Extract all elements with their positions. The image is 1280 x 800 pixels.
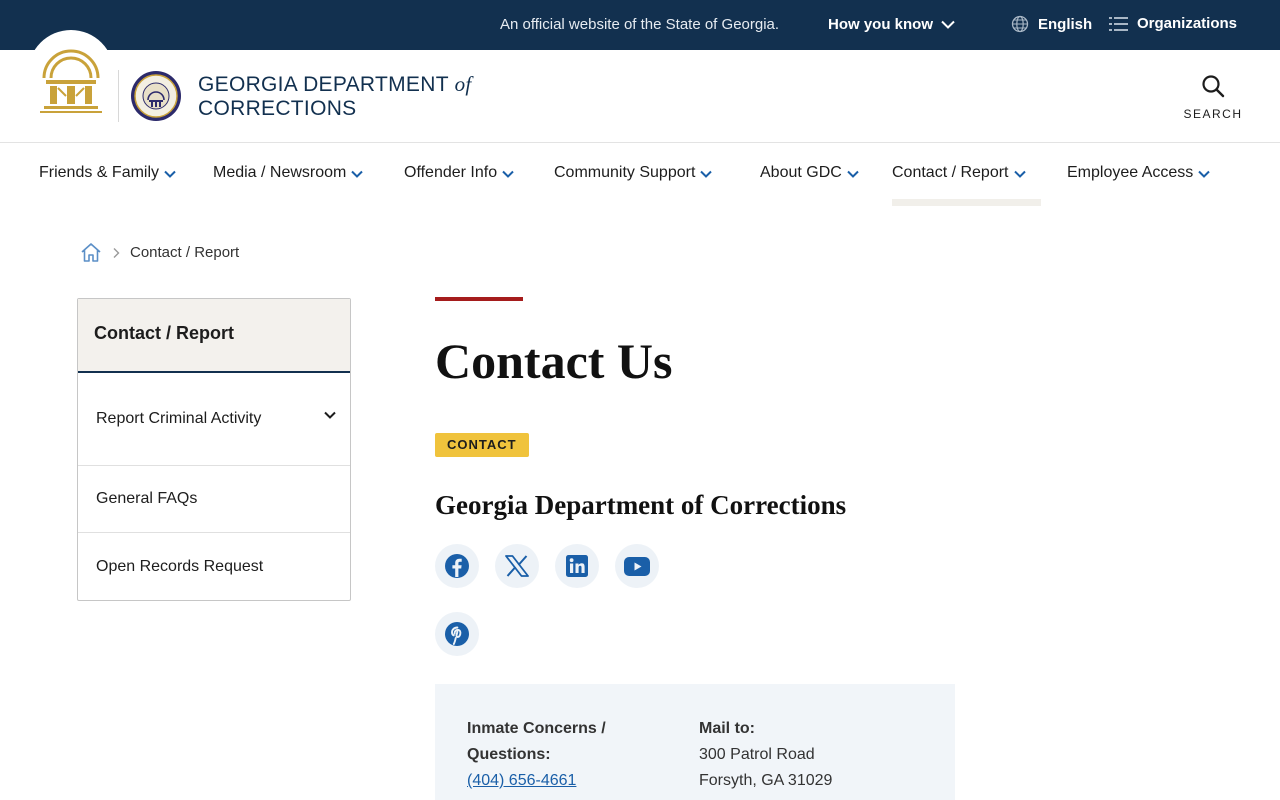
side-nav-item-open-records-request[interactable]: Open Records Request: [78, 533, 350, 600]
inmate-concerns-phone-link[interactable]: (404) 656-4661: [467, 768, 606, 794]
site-title-line2: CORRECTIONS: [198, 97, 357, 120]
nav-item-friends-family[interactable]: Friends & Family: [39, 164, 176, 182]
side-nav-item-label: Report Criminal Activity: [96, 410, 262, 427]
side-nav-item-label: Open Records Request: [96, 557, 264, 575]
nav-item-label: Contact / Report: [892, 164, 1009, 181]
search-label: SEARCH: [1183, 107, 1243, 121]
linkedin-link[interactable]: [555, 544, 599, 588]
facebook-link[interactable]: [435, 544, 479, 588]
list-icon: [1109, 16, 1128, 31]
nav-active-indicator: [892, 199, 1041, 206]
nav-item-media-newsroom[interactable]: Media / Newsroom: [213, 164, 364, 182]
nav-item-employee-access[interactable]: Employee Access: [1067, 164, 1210, 182]
official-site-text: An official website of the State of Geor…: [500, 16, 780, 33]
chevron-down-icon: [351, 170, 364, 178]
title-accent-line: [435, 297, 523, 301]
side-nav-item-general-faqs[interactable]: General FAQs: [78, 466, 350, 533]
chevron-down-icon: [1198, 170, 1210, 178]
site-title-line1: GEORGIA DEPARTMENT: [198, 73, 449, 96]
side-nav: Contact / Report Report Criminal Activit…: [77, 298, 351, 601]
nav-item-label: Employee Access: [1067, 164, 1194, 181]
georgia-arch-icon: [40, 49, 102, 113]
chevron-down-icon: [164, 170, 176, 178]
mail-to-block: Mail to: 300 Patrol Road Forsyth, GA 310…: [699, 716, 832, 794]
globe-icon: [1011, 15, 1029, 33]
facebook-icon: [445, 554, 469, 578]
nav-item-about-gdc[interactable]: About GDC: [760, 164, 859, 182]
chevron-down-icon: [847, 170, 859, 178]
site-title[interactable]: GEORGIA DEPARTMENT of CORRECTIONS: [198, 72, 472, 121]
official-banner: An official website of the State of Geor…: [0, 0, 1280, 50]
chevron-down-icon[interactable]: [324, 411, 336, 419]
nav-item-contact-report[interactable]: Contact / Report: [892, 164, 1026, 182]
youtube-icon: [624, 556, 650, 576]
header-divider: [118, 70, 119, 122]
how-you-know-button[interactable]: How you know: [828, 16, 955, 33]
georgia-seal-logo[interactable]: [28, 30, 114, 116]
nav-item-label: Community Support: [554, 164, 696, 181]
x-link[interactable]: [495, 544, 539, 588]
inmate-concerns-block: Inmate Concerns / Questions: (404) 656-4…: [467, 716, 606, 794]
mail-to-label: Mail to:: [699, 720, 755, 737]
mail-address-line2: Forsyth, GA 31029: [699, 772, 833, 789]
category-tag[interactable]: CONTACT: [435, 433, 529, 457]
inmate-concerns-label-1: Inmate Concerns /: [467, 720, 606, 737]
how-you-know-label: How you know: [828, 16, 933, 33]
organizations-label: Organizations: [1137, 15, 1238, 32]
language-selector[interactable]: English: [1011, 15, 1092, 33]
home-icon[interactable]: [80, 242, 102, 263]
search-button[interactable]: SEARCH: [1183, 74, 1243, 121]
page-title: Contact Us: [435, 333, 673, 389]
nav-item-label: Friends & Family: [39, 164, 160, 181]
nav-item-label: Offender Info: [404, 164, 498, 181]
main-nav: Friends & Family Media / Newsroom Offend…: [0, 143, 1280, 207]
mail-address-line1: 300 Patrol Road: [699, 746, 815, 763]
breadcrumb-current: Contact / Report: [130, 244, 240, 261]
inmate-concerns-label-2: Questions:: [467, 746, 551, 763]
chevron-right-icon: [113, 247, 120, 258]
organization-name: Georgia Department of Corrections: [435, 490, 847, 520]
x-icon: [505, 555, 529, 577]
pinterest-icon: [445, 622, 469, 646]
chevron-down-icon: [700, 170, 713, 178]
breadcrumb: Contact / Report: [80, 242, 239, 263]
pinterest-link[interactable]: [435, 612, 479, 656]
nav-item-community-support[interactable]: Community Support: [554, 164, 713, 182]
language-label: English: [1038, 15, 1093, 33]
organizations-button[interactable]: Organizations: [1109, 15, 1237, 32]
youtube-link[interactable]: [615, 544, 659, 588]
gdc-seal-icon[interactable]: [130, 70, 182, 122]
side-nav-item-label: General FAQs: [96, 490, 198, 507]
side-nav-heading[interactable]: Contact / Report: [78, 299, 350, 373]
site-title-of: of: [454, 72, 472, 96]
side-nav-item-report-criminal-activity[interactable]: Report Criminal Activity: [78, 373, 350, 466]
chevron-down-icon: [941, 20, 955, 29]
site-header: GEORGIA DEPARTMENT of CORRECTIONS SEARCH: [0, 30, 1280, 143]
nav-item-label: Media / Newsroom: [213, 164, 347, 181]
search-icon: [1202, 75, 1225, 98]
chevron-down-icon: [1013, 170, 1026, 178]
nav-item-offender-info[interactable]: Offender Info: [404, 164, 514, 182]
chevron-down-icon: [502, 170, 514, 178]
nav-item-label: About GDC: [760, 164, 842, 181]
linkedin-icon: [566, 555, 588, 577]
contact-info-box: Inmate Concerns / Questions: (404) 656-4…: [435, 684, 955, 800]
